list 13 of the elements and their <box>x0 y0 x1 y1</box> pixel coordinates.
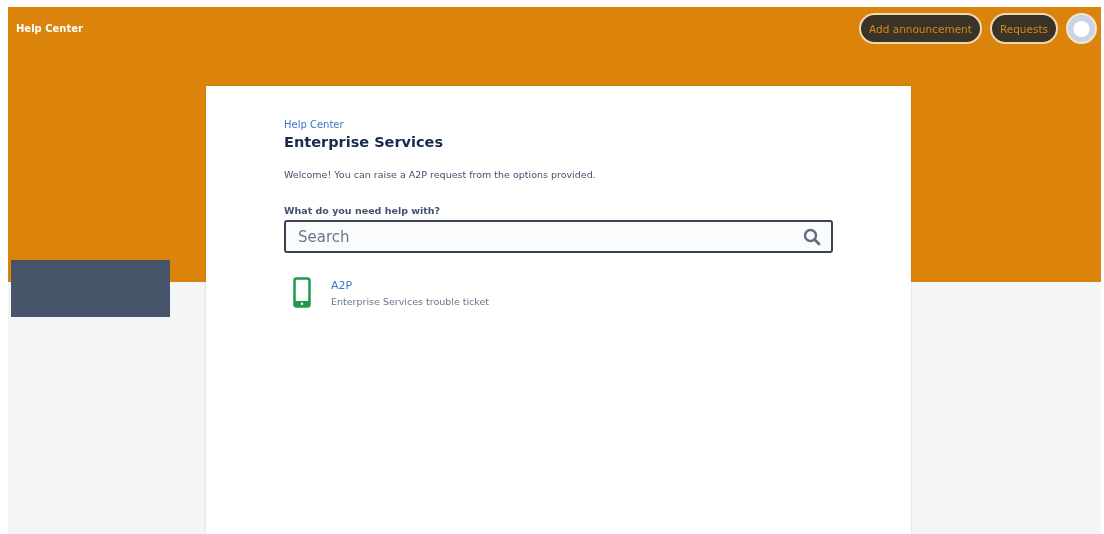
phone-icon <box>293 277 311 308</box>
site-title[interactable]: Help Center <box>16 23 83 34</box>
header-button[interactable]: Requests <box>989 13 1058 44</box>
breadcrumb-link[interactable]: Help Center <box>284 119 344 130</box>
request-type-link[interactable]: A2P <box>331 278 490 292</box>
welcome-text: Welcome! You can raise a A2P request from the options provided. <box>284 169 596 180</box>
search-icon[interactable] <box>803 228 821 246</box>
portal-title: Enterprise Services <box>284 134 444 150</box>
search-field[interactable]: Search <box>284 220 833 253</box>
request-type-description: Enterprise Services trouble ticket <box>331 295 490 307</box>
header-button[interactable]: Add announcement <box>859 13 982 44</box>
search-label: What do you need help with? <box>284 205 441 216</box>
avatar-icon[interactable] <box>1066 13 1097 44</box>
